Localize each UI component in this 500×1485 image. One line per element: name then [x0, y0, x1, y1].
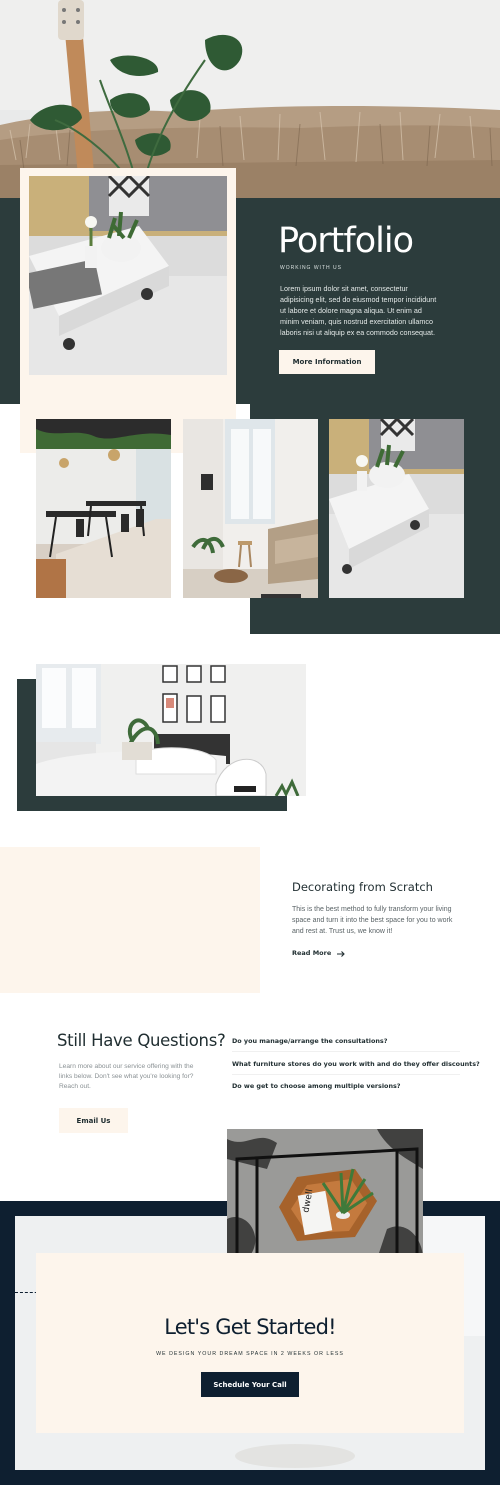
gallery-image-pallet-table[interactable] [329, 419, 464, 598]
cta-card [36, 1253, 464, 1433]
arrow-right-icon [337, 944, 346, 962]
gallery-image-living-room[interactable] [183, 419, 318, 598]
cta-heading: Let's Get Started! [164, 1315, 336, 1339]
gallery-image-dining[interactable] [36, 419, 171, 598]
cta-subtitle: WE DESIGN YOUR DREAM SPACE IN 2 WEEKS OR… [156, 1351, 344, 1357]
faq-question-2[interactable]: What furniture stores do you work with a… [232, 1060, 480, 1068]
schedule-call-button[interactable]: Schedule Your Call [201, 1372, 299, 1397]
feature-body: This is the best method to fully transfo… [292, 906, 453, 935]
hero-body: Lorem ipsum dolor sit amet, consectetur … [280, 284, 437, 337]
hero-subtitle: WORKING WITH US [280, 265, 342, 271]
faq-body: Learn more about our service offering wi… [59, 1063, 194, 1090]
faq-question-3[interactable]: Do we get to choose among multiple versi… [232, 1082, 401, 1090]
read-more-label: Read More [292, 949, 332, 957]
featured-image-pallet-table [29, 176, 227, 375]
read-more-link[interactable]: Read More [292, 944, 346, 962]
feature-heading: Decorating from Scratch [292, 880, 433, 894]
faq-question-1[interactable]: Do you manage/arrange the consultations? [232, 1037, 387, 1045]
email-us-button[interactable]: Email Us [59, 1108, 128, 1133]
faq-divider-1 [232, 1051, 460, 1052]
page-title: Portfolio [278, 221, 414, 261]
faq-heading: Still Have Questions? [57, 1031, 226, 1050]
more-information-button[interactable]: More Information [279, 350, 375, 374]
faq-divider-2 [232, 1074, 460, 1075]
bedroom-image [36, 664, 306, 796]
cta-table-image: dwell [227, 1129, 423, 1259]
feature-cream-panel [0, 847, 260, 993]
